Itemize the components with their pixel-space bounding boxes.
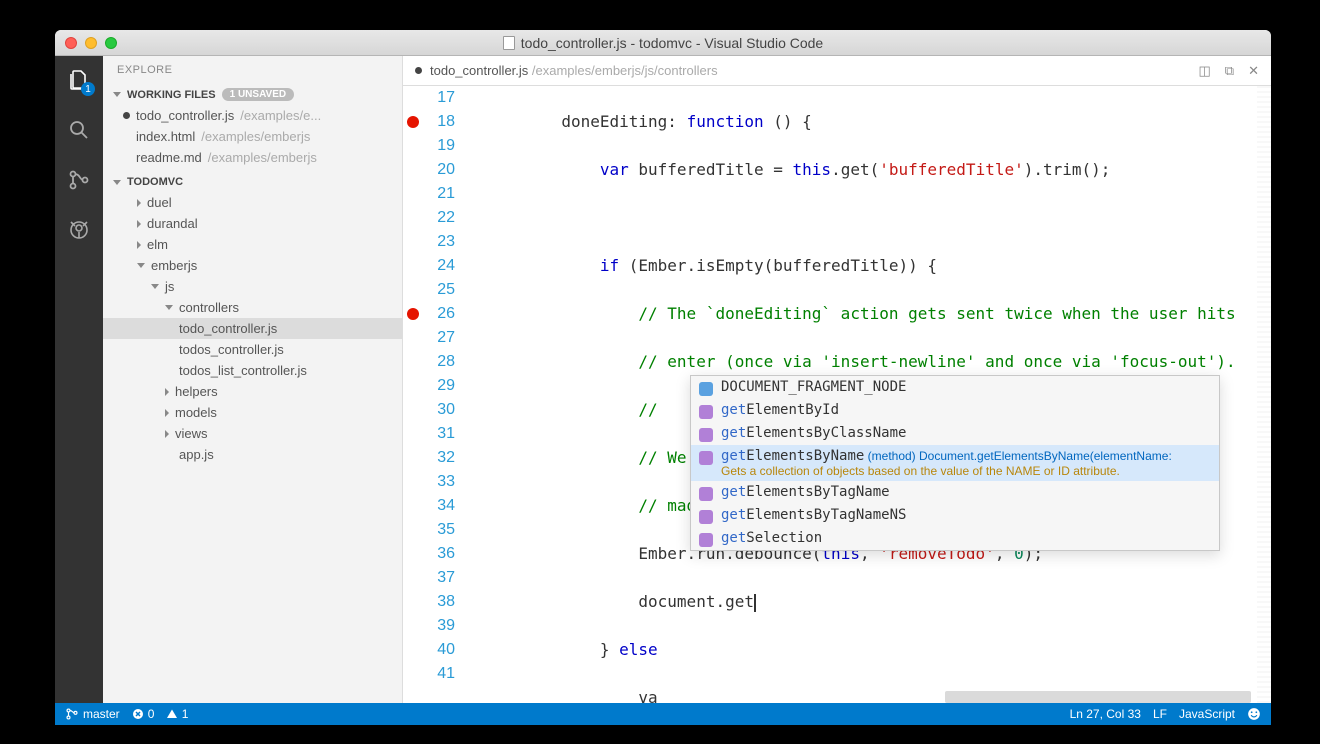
working-files-header[interactable]: WORKING FILES 1 UNSAVED: [103, 84, 402, 105]
split-editor-icon[interactable]: ◫: [1199, 63, 1211, 79]
sidebar-title: EXPLORE: [103, 56, 402, 84]
working-file-item[interactable]: index.html /examples/emberjs: [103, 126, 402, 147]
chevron-down-icon: [113, 92, 121, 97]
breakpoint-icon[interactable]: [407, 308, 419, 320]
close-editor-icon[interactable]: ✕: [1248, 63, 1259, 79]
maximize-window-button[interactable]: [105, 37, 117, 49]
intellisense-widget[interactable]: DOCUMENT_FRAGMENT_NODEgetElementByIdgetE…: [690, 375, 1220, 551]
working-file-item[interactable]: readme.md /examples/emberjs: [103, 147, 402, 168]
breakpoint-icon[interactable]: [407, 116, 419, 128]
chevron-down-icon: [137, 263, 145, 268]
method-icon: [699, 405, 713, 419]
suggestion-item[interactable]: getElementsByTagName: [691, 481, 1219, 504]
open-changes-icon[interactable]: ⧉: [1225, 63, 1234, 79]
unsaved-pill: 1 UNSAVED: [222, 88, 295, 101]
chevron-right-icon: [137, 199, 141, 207]
suggestion-item[interactable]: getElementsByName (method) Document.getE…: [691, 445, 1219, 481]
folder-item[interactable]: controllers: [103, 297, 402, 318]
folder-item[interactable]: elm: [103, 234, 402, 255]
language-mode-status[interactable]: JavaScript: [1179, 707, 1235, 721]
window-title: todo_controller.js - todomvc - Visual St…: [55, 35, 1271, 51]
chevron-right-icon: [165, 409, 169, 417]
file-item[interactable]: todo_controller.js: [103, 318, 402, 339]
folder-item[interactable]: emberjs: [103, 255, 402, 276]
chevron-right-icon: [165, 430, 169, 438]
suggestion-item[interactable]: getElementsByClassName: [691, 422, 1219, 445]
method-icon: [699, 533, 713, 547]
status-bar: master 0 1 Ln 27, Col 33 LF JavaScript: [55, 703, 1271, 725]
method-icon: [699, 451, 713, 465]
suggestion-item[interactable]: getSelection: [691, 527, 1219, 550]
cursor-position-status[interactable]: Ln 27, Col 33: [1070, 707, 1141, 721]
working-file-item[interactable]: todo_controller.js /examples/e...: [103, 105, 402, 126]
activity-bar: 1: [55, 56, 103, 703]
traffic-lights: [65, 37, 117, 49]
line-number-gutter[interactable]: 17 18 19 20 21 22 23 24 25 26 27 28 29 3…: [403, 86, 465, 703]
chevron-right-icon: [165, 388, 169, 396]
editor-tab-bar: todo_controller.js /examples/emberjs/js/…: [403, 56, 1271, 86]
errors-status[interactable]: 0 1: [132, 707, 189, 721]
method-icon: [699, 510, 713, 524]
git-branch-status[interactable]: master: [65, 707, 120, 721]
method-icon: [699, 428, 713, 442]
git-activity-icon[interactable]: [65, 166, 93, 194]
constant-icon: [699, 382, 713, 396]
explorer-badge: 1: [81, 82, 95, 96]
file-item[interactable]: todos_list_controller.js: [103, 360, 402, 381]
folder-item[interactable]: duel: [103, 192, 402, 213]
suggestion-item[interactable]: getElementById: [691, 399, 1219, 422]
suggestion-item[interactable]: getElementsByTagNameNS: [691, 504, 1219, 527]
chevron-right-icon: [137, 241, 141, 249]
tab-filename[interactable]: todo_controller.js: [430, 63, 528, 78]
chevron-down-icon: [113, 180, 121, 185]
debug-activity-icon[interactable]: [65, 216, 93, 244]
file-icon: [503, 36, 515, 50]
file-item[interactable]: todos_controller.js: [103, 339, 402, 360]
folder-item[interactable]: helpers: [103, 381, 402, 402]
folder-item[interactable]: models: [103, 402, 402, 423]
feedback-icon[interactable]: [1247, 707, 1261, 721]
minimize-window-button[interactable]: [85, 37, 97, 49]
explorer-sidebar: EXPLORE WORKING FILES 1 UNSAVED todo_con…: [103, 56, 403, 703]
folder-item[interactable]: views: [103, 423, 402, 444]
dirty-indicator-icon: [415, 67, 422, 74]
explorer-activity-icon[interactable]: 1: [65, 66, 93, 94]
titlebar[interactable]: todo_controller.js - todomvc - Visual St…: [55, 30, 1271, 56]
chevron-down-icon: [151, 284, 159, 289]
eol-status[interactable]: LF: [1153, 707, 1167, 721]
tab-path: /examples/emberjs/js/controllers: [532, 63, 718, 78]
chevron-right-icon: [137, 220, 141, 228]
editor-actions: ◫ ⧉ ✕: [1199, 63, 1260, 79]
method-icon: [699, 487, 713, 501]
current-line: document.get: [465, 590, 1251, 614]
text-cursor: [754, 594, 756, 612]
suggestion-item[interactable]: DOCUMENT_FRAGMENT_NODE: [691, 376, 1219, 399]
folder-item[interactable]: js: [103, 276, 402, 297]
horizontal-scrollbar[interactable]: [945, 691, 1251, 703]
minimap[interactable]: [1257, 86, 1271, 703]
file-item[interactable]: app.js: [103, 444, 402, 465]
search-activity-icon[interactable]: [65, 116, 93, 144]
window-title-text: todo_controller.js - todomvc - Visual St…: [521, 35, 823, 51]
folder-item[interactable]: durandal: [103, 213, 402, 234]
dirty-indicator-icon: [123, 112, 130, 119]
close-window-button[interactable]: [65, 37, 77, 49]
project-header[interactable]: TODOMVC: [103, 172, 402, 192]
chevron-down-icon: [165, 305, 173, 310]
